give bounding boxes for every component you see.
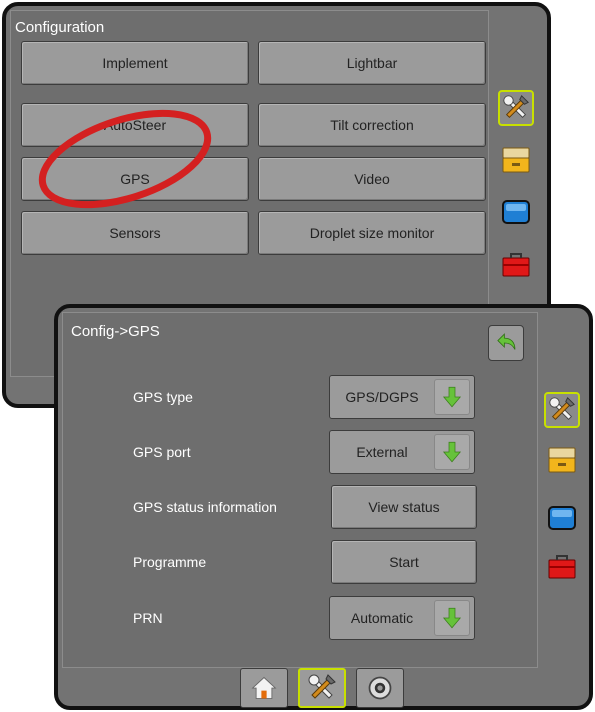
tools-icon (547, 395, 577, 425)
implement-button[interactable]: Implement (21, 41, 249, 85)
tab-display[interactable] (544, 500, 580, 536)
gps-type-dropdown[interactable]: GPS/DGPS (329, 375, 475, 419)
storage-drawer-icon (500, 144, 532, 176)
prn-value: Automatic (350, 610, 414, 626)
video-button[interactable]: Video (258, 157, 486, 201)
gps-port-dropdown[interactable]: External (329, 430, 475, 474)
gps-port-dropdown-arrow[interactable] (434, 434, 470, 470)
prn-dropdown-arrow[interactable] (434, 600, 470, 636)
toolbox-icon (500, 248, 532, 280)
page-title: Config->GPS (71, 323, 160, 340)
gps-port-label: GPS port (133, 444, 191, 460)
down-arrow-icon (440, 383, 464, 411)
down-arrow-icon (440, 438, 464, 466)
down-arrow-icon (440, 604, 464, 632)
tools-icon (306, 672, 338, 704)
tab-storage[interactable] (544, 442, 580, 478)
tab-storage[interactable] (498, 142, 534, 178)
tab-configuration[interactable] (498, 90, 534, 126)
back-button[interactable] (488, 325, 524, 361)
tilt-correction-button[interactable]: Tilt correction (258, 103, 486, 147)
nav-configuration[interactable] (298, 668, 346, 708)
lightbar-button[interactable]: Lightbar (258, 41, 486, 85)
nav-home[interactable] (240, 668, 288, 708)
gps-config-panel: Config->GPS GPS type GPS/DGPS GPS port E… (54, 304, 593, 710)
page-title: Configuration (15, 19, 105, 36)
gps-port-value: External (356, 444, 408, 460)
nav-camera[interactable] (356, 668, 404, 708)
storage-drawer-icon (546, 444, 578, 476)
gps-type-value: GPS/DGPS (345, 389, 419, 405)
gps-type-label: GPS type (133, 389, 193, 405)
home-icon (250, 674, 278, 702)
gps-config-content: Config->GPS GPS type GPS/DGPS GPS port E… (62, 312, 538, 668)
camera-icon (366, 674, 394, 702)
prn-label: PRN (133, 610, 163, 626)
tab-display[interactable] (498, 194, 534, 230)
sensors-button[interactable]: Sensors (21, 211, 249, 255)
programme-start-button[interactable]: Start (331, 540, 477, 584)
tab-configuration[interactable] (544, 392, 580, 428)
display-icon (546, 502, 578, 534)
prn-dropdown[interactable]: Automatic (329, 596, 475, 640)
back-arrow-icon (493, 330, 519, 356)
display-icon (500, 196, 532, 228)
gps-type-dropdown-arrow[interactable] (434, 379, 470, 415)
tools-icon (501, 93, 531, 123)
highlight-circle (38, 109, 212, 209)
gps-status-label: GPS status information (133, 499, 277, 515)
tab-tools[interactable] (544, 548, 580, 584)
toolbox-icon (546, 550, 578, 582)
view-status-button[interactable]: View status (331, 485, 477, 529)
programme-label: Programme (133, 554, 207, 570)
tab-tools[interactable] (498, 246, 534, 282)
droplet-size-monitor-button[interactable]: Droplet size monitor (258, 211, 486, 255)
